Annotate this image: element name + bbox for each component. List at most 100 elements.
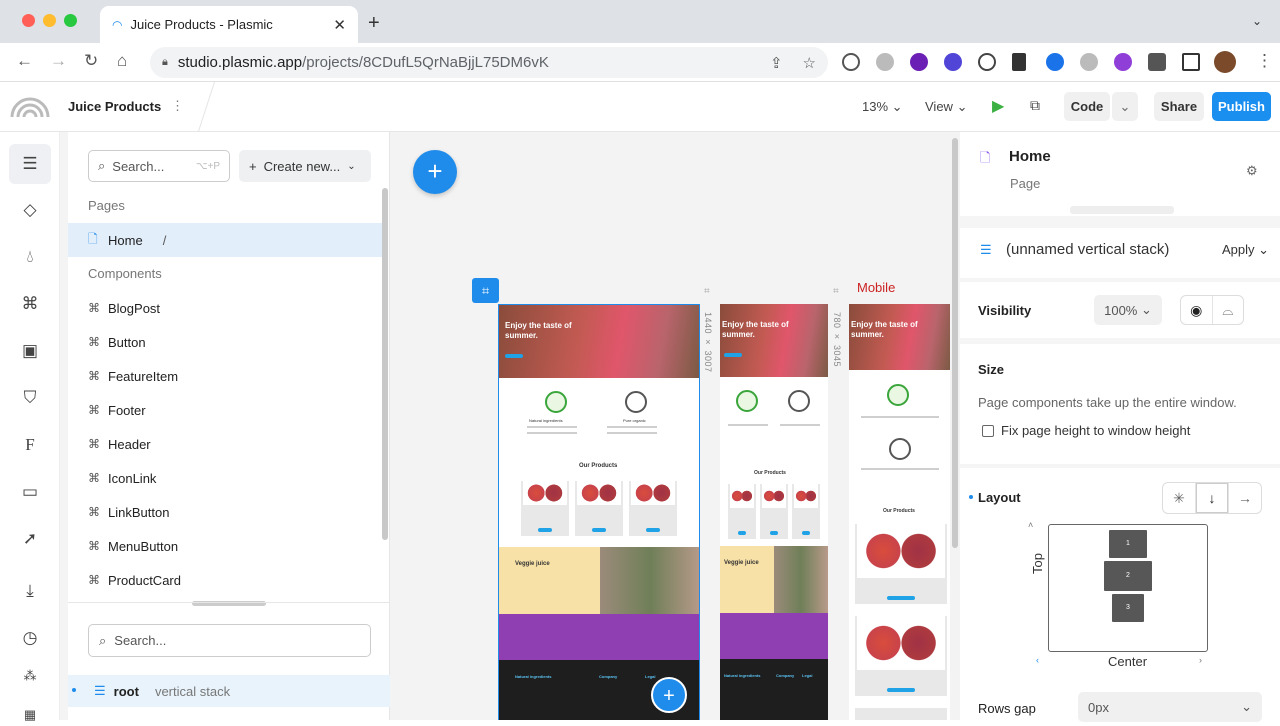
speed-extension-icon[interactable] xyxy=(978,53,996,71)
rocket-icon[interactable]: ➚ xyxy=(19,528,41,550)
chevron-down-icon[interactable]: ⌄ xyxy=(1252,14,1262,28)
heart-extension-icon[interactable] xyxy=(1080,53,1098,71)
top-alignment-label[interactable]: Top xyxy=(1030,553,1045,574)
reload-icon[interactable]: ↻ xyxy=(84,51,98,71)
component-item[interactable]: ⌘ FeatureItem xyxy=(68,359,382,393)
project-menu-icon[interactable]: ⋮ xyxy=(171,98,184,114)
preview-play-icon[interactable]: ▶ xyxy=(992,96,1004,116)
sidebar-icon[interactable] xyxy=(1182,53,1200,71)
arrow-right-icon[interactable]: → xyxy=(1229,483,1261,513)
insert-add-button[interactable]: + xyxy=(413,150,457,194)
zoom-dropdown[interactable]: 13% ⌄ xyxy=(862,99,903,115)
publish-button[interactable]: Publish xyxy=(1212,92,1271,121)
component-item[interactable]: ⌘ Footer xyxy=(68,393,382,427)
components-icon[interactable]: ◇ xyxy=(19,199,41,221)
component-icon: ⌘ xyxy=(88,573,100,587)
artboard-frame-icon[interactable]: ⌗ xyxy=(472,278,499,303)
tree-search-input[interactable]: ⌕ Search... xyxy=(88,624,371,657)
share-icon[interactable]: ⇪ xyxy=(770,54,783,72)
eye-icon[interactable]: ◉ xyxy=(1181,296,1213,324)
settings-icon[interactable]: ▦ xyxy=(19,704,41,726)
tokens-droplet-icon[interactable]: 💧︎ xyxy=(19,246,41,268)
panel-scrollbar[interactable] xyxy=(382,188,388,540)
fix-height-checkbox[interactable] xyxy=(982,425,994,437)
close-tab-icon[interactable]: ✕ xyxy=(333,16,346,34)
tablet-artboard[interactable]: Enjoy the taste of summer. Our Products … xyxy=(720,304,828,720)
chevron-right-icon[interactable]: › xyxy=(1199,655,1202,665)
component-name: ProductCard xyxy=(108,572,181,588)
code-button[interactable]: Code xyxy=(1064,92,1110,121)
chevron-up-icon[interactable]: ˄ xyxy=(1028,520,1033,530)
tree-row-root[interactable]: ☰ root vertical stack xyxy=(68,675,390,707)
u-extension-icon[interactable] xyxy=(910,53,928,71)
component-item[interactable]: ⌘ ProductCard xyxy=(68,563,382,597)
visibility-opacity-select[interactable]: 100% ⌄ xyxy=(1094,295,1162,325)
collapse-handle[interactable] xyxy=(1070,206,1174,214)
free-layout-icon[interactable]: ✳ xyxy=(1163,483,1196,513)
maximize-window-button[interactable] xyxy=(64,14,77,27)
fonts-icon[interactable]: F xyxy=(19,434,41,456)
mobile-artboard-label[interactable]: Mobile xyxy=(857,280,895,295)
circle-extension-icon[interactable] xyxy=(1114,53,1132,71)
outline-icon[interactable]: ☰ xyxy=(9,144,51,184)
gear-icon[interactable]: ⚙ xyxy=(1246,163,1258,179)
page-item-home[interactable]: 🗋︎ Home / xyxy=(68,223,382,257)
history-icon[interactable]: ◷ xyxy=(19,627,41,649)
search-shortcut: ⌥+P xyxy=(195,160,220,172)
page-title[interactable]: Home xyxy=(1009,148,1051,165)
project-name[interactable]: Juice Products xyxy=(68,99,161,114)
project-search-input[interactable]: ⌕ Search... ⌥+P xyxy=(88,150,230,182)
component-item[interactable]: ⌘ IconLink xyxy=(68,461,382,495)
gear-extension-icon[interactable] xyxy=(944,53,962,71)
responsive-icon[interactable]: ▭ xyxy=(19,481,41,503)
bookmark-star-icon[interactable]: ☆ xyxy=(803,54,816,72)
minimize-window-button[interactable] xyxy=(43,14,56,27)
data-source-icon[interactable]: ⛉ xyxy=(19,387,41,409)
share-button[interactable]: Share xyxy=(1154,92,1204,121)
view-dropdown[interactable]: View ⌄ xyxy=(925,99,967,115)
c-extension-icon[interactable] xyxy=(1046,53,1064,71)
component-item[interactable]: ⌘ Header xyxy=(68,427,382,461)
figma-icon[interactable]: ⁂ xyxy=(19,665,41,687)
element-name[interactable]: (unnamed vertical stack) xyxy=(1006,241,1169,258)
cloud-extension-icon[interactable] xyxy=(876,53,894,71)
arrow-down-icon[interactable]: ↓ xyxy=(1196,483,1229,513)
design-canvas[interactable]: + ⌗ ⌗ ⌗ Mobile 1440 × 3007 780 × 3045 En… xyxy=(390,132,950,720)
cursor-extension-icon[interactable] xyxy=(1012,53,1026,71)
canvas-scrollbar[interactable] xyxy=(950,132,960,720)
component-item[interactable]: ⌘ LinkButton xyxy=(68,495,382,529)
component-item[interactable]: ⌘ Button xyxy=(68,325,382,359)
alignment-preview-box[interactable]: 1 2 3 xyxy=(1048,524,1208,652)
search-placeholder: Search... xyxy=(114,633,167,648)
insert-add-button[interactable]: + xyxy=(651,677,687,713)
avatar[interactable] xyxy=(1214,51,1236,73)
desktop-artboard[interactable]: Enjoy the taste of summer. Natural ingre… xyxy=(498,304,700,720)
rail-scrollbar[interactable] xyxy=(60,132,68,720)
extension-icon[interactable] xyxy=(842,53,860,71)
new-tab-icon[interactable]: + xyxy=(368,12,380,35)
open-external-icon[interactable]: ⧉ xyxy=(1030,97,1040,114)
close-window-button[interactable] xyxy=(22,14,35,27)
create-new-button[interactable]: + Create new... ⌄ xyxy=(239,150,371,182)
component-item[interactable]: ⌘ MenuButton xyxy=(68,529,382,563)
download-icon[interactable]: ⤓ xyxy=(19,580,41,602)
forward-icon[interactable]: → xyxy=(50,51,67,71)
images-icon[interactable]: ▣ xyxy=(19,340,41,362)
code-dropdown-button[interactable]: ⌄ xyxy=(1112,92,1138,121)
home-icon[interactable]: ⌂ xyxy=(117,51,127,71)
back-icon[interactable]: ← xyxy=(16,51,33,71)
puzzle-extensions-icon[interactable] xyxy=(1148,53,1166,71)
artboard-handle-icon[interactable]: ⌗ xyxy=(704,286,710,297)
chevron-left-icon[interactable]: ‹ xyxy=(1036,655,1039,665)
mixins-icon[interactable]: ⌘ xyxy=(19,293,41,315)
apply-dropdown[interactable]: Apply ⌄ xyxy=(1222,242,1269,258)
eye-hidden-icon[interactable]: ⌓ xyxy=(1213,296,1244,324)
center-alignment-label[interactable]: Center xyxy=(1108,654,1147,669)
rows-gap-input[interactable]: 0px ⌄ xyxy=(1078,692,1262,722)
mobile-artboard[interactable]: Enjoy the taste of summer. Our Products xyxy=(849,304,950,720)
browser-tab[interactable]: ◠ Juice Products - Plasmic ✕ xyxy=(100,6,358,43)
artboard-handle-icon[interactable]: ⌗ xyxy=(833,286,839,297)
component-item[interactable]: ⌘ BlogPost xyxy=(68,291,382,325)
url-bar[interactable]: 🔒︎ studio.plasmic.app/projects/8CDufL5Qr… xyxy=(150,47,828,78)
kebab-menu-icon[interactable]: ⋮ xyxy=(1256,51,1273,71)
